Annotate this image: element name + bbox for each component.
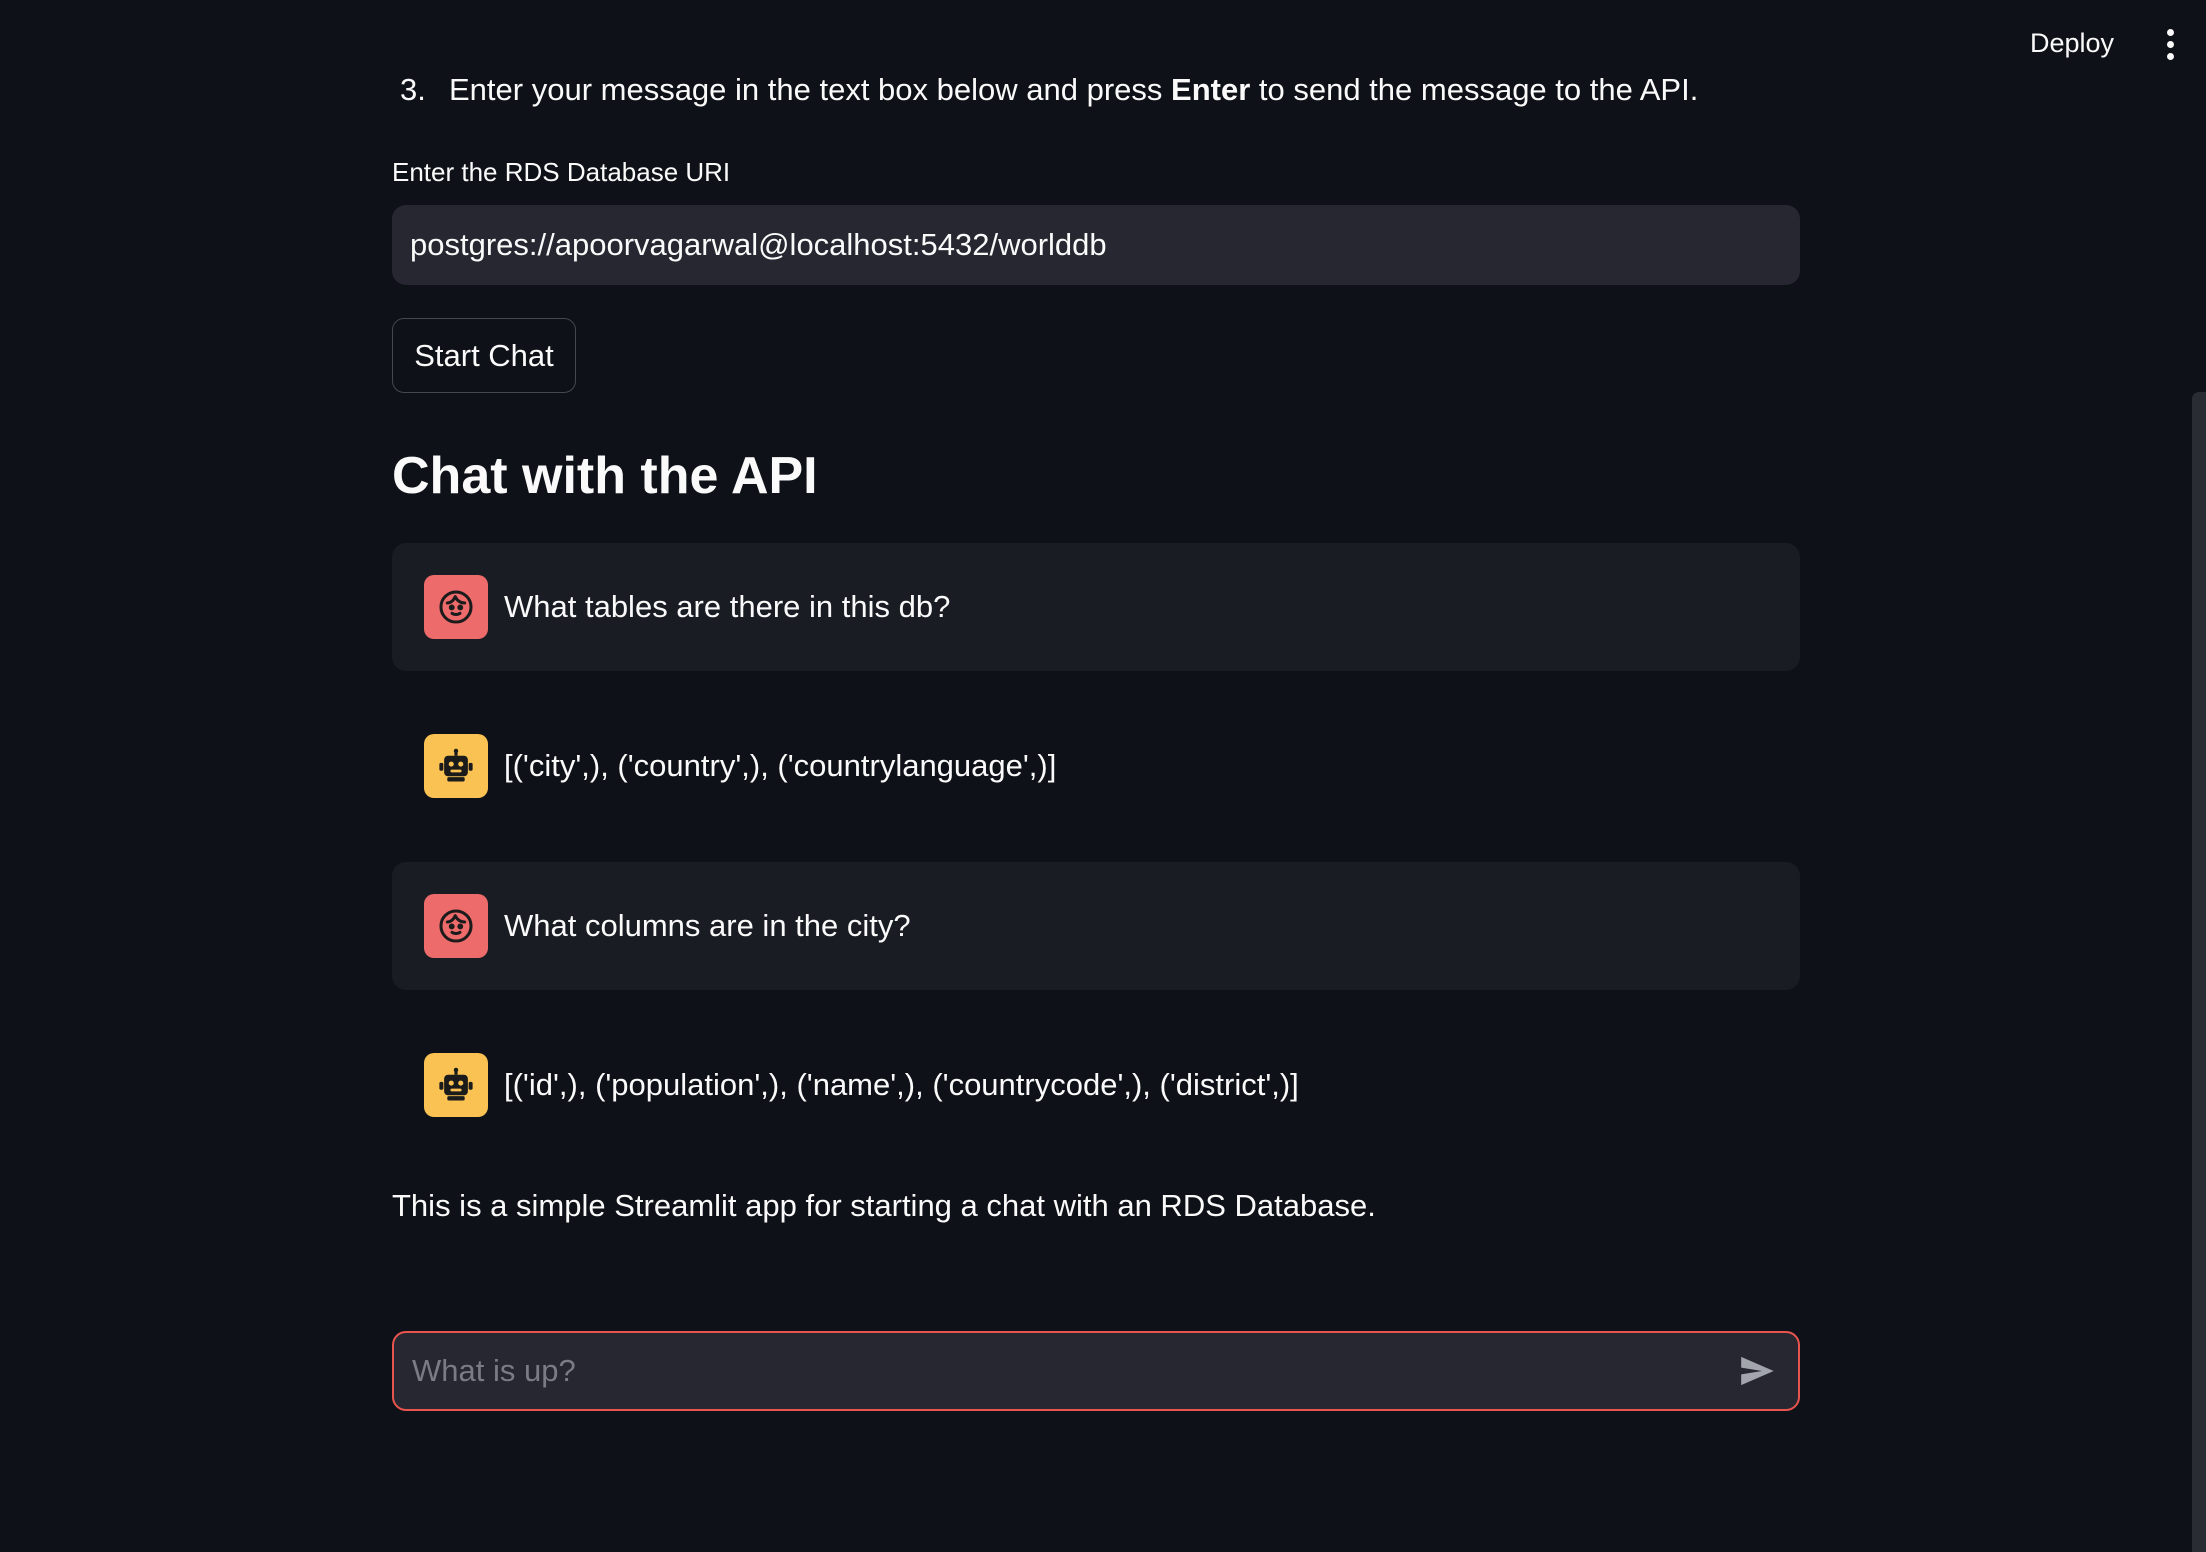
start-chat-button[interactable]: Start Chat [392,318,576,393]
send-icon[interactable] [1732,1346,1782,1396]
chat-message-assistant: [('city',), ('country',), ('countrylangu… [392,702,1800,830]
chat-input-container [392,1331,1800,1411]
robot-icon [424,734,488,798]
message-text: [('id',), ('population',), ('name',), ('… [504,1067,1299,1102]
chat-input[interactable] [410,1352,1732,1390]
kebab-menu-icon[interactable] [2148,22,2192,66]
deploy-button[interactable]: Deploy [2012,18,2132,68]
message-text: [('city',), ('country',), ('countrylangu… [504,748,1057,783]
user-face-icon [424,894,488,958]
instruction-step-3: 3. Enter your message in the text box bel… [392,66,1698,114]
user-face-icon [424,575,488,639]
scrollbar-thumb[interactable] [2192,392,2206,1552]
step-text-bold: Enter [1171,72,1251,107]
message-text: What columns are in the city? [504,908,911,943]
database-uri-input[interactable]: postgres://apoorvagarwal@localhost:5432/… [392,205,1800,285]
menu-dot [2166,40,2174,48]
app-description: This is a simple Streamlit app for start… [392,1188,1376,1223]
step-text-before: Enter your message in the text box below… [449,72,1172,107]
chat-message-user: What columns are in the city? [392,862,1800,990]
chat-message-user: What tables are there in this db? [392,543,1800,671]
streamlit-app: Deploy 3. Enter your message in the text … [0,0,2206,1552]
robot-icon [424,1053,488,1117]
message-text: What tables are there in this db? [504,589,951,624]
step-text-after: to send the message to the API. [1250,72,1699,107]
chat-message-assistant: [('id',), ('population',), ('name',), ('… [392,1021,1800,1149]
menu-dot [2166,28,2174,36]
uri-input-label: Enter the RDS Database URI [392,157,731,187]
chat-title: Chat with the API [392,447,818,505]
step-number: 3. [400,72,426,107]
menu-dot [2166,52,2174,60]
